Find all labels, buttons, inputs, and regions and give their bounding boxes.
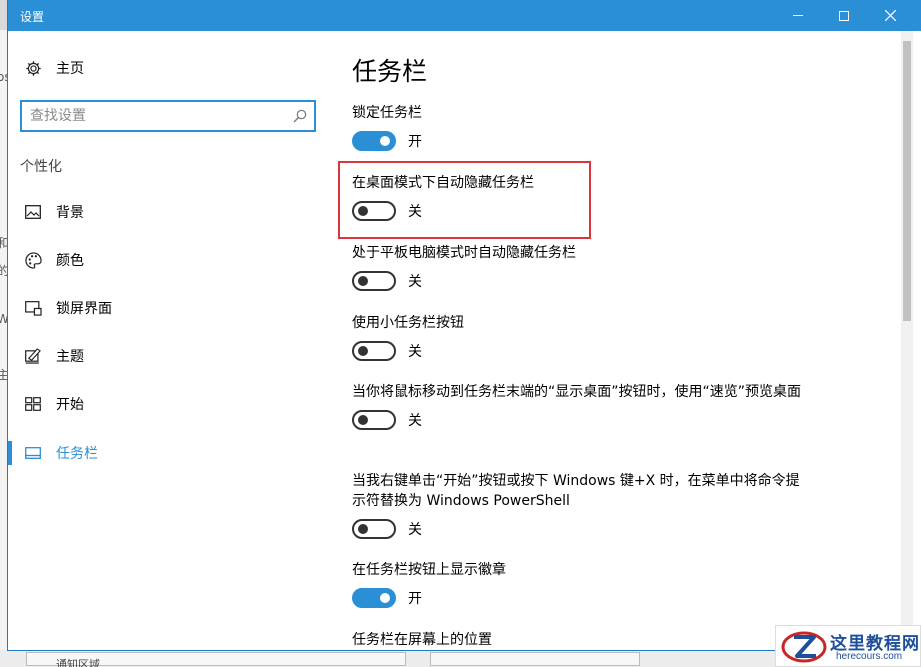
scrollbar[interactable] [901,31,913,650]
maximize-icon [839,10,849,21]
toggle-switch[interactable] [352,341,396,361]
background-window-left: os i和 的 W 主 [0,30,8,667]
settings-window: 设置 主页 个性化 背景 颜色 锁屏界面 [8,0,921,650]
title-bar: 设置 [8,0,921,31]
sidebar-item-start[interactable]: 开始 [24,392,84,416]
setting-label: 在任务栏按钮上显示徽章 [352,562,506,578]
sidebar-item-label: 背景 [56,205,84,221]
toggle-state: 关 [408,344,422,360]
setting-label: 处于平板电脑模式时自动隐藏任务栏 [352,245,576,261]
toggle-row: 关 [352,410,802,430]
background-field [430,652,640,666]
setting-label: 当你将鼠标移动到任务栏末端的“显示桌面”按钮时，使用“速览”预览桌面 [352,384,802,400]
toggle-switch[interactable] [352,588,396,608]
logo-z-icon [781,631,827,663]
toggle-knob [358,415,368,425]
sidebar-item-label: 锁屏界面 [56,301,112,317]
toggle-row: 关 [352,201,802,221]
setting-auto-hide-tablet: 处于平板电脑模式时自动隐藏任务栏 关 [352,243,802,291]
toggle-knob [358,524,368,534]
background-text: 通知区域 [56,658,100,667]
toggle-row: 关 [352,271,802,291]
toggle-row: 开 [352,588,802,608]
palette-icon [24,251,42,269]
sidebar-item-taskbar[interactable]: 任务栏 [24,441,98,465]
setting-auto-hide-desktop: 在桌面模式下自动隐藏任务栏 关 [352,173,802,221]
toggle-state: 关 [408,274,422,290]
watermark-url: herecours.com [836,651,903,662]
toggle-state: 关 [408,204,422,220]
toggle-state: 关 [408,413,422,429]
toggle-knob [358,276,368,286]
sidebar-item-background[interactable]: 背景 [24,200,84,224]
toggle-switch[interactable] [352,201,396,221]
window-title: 设置 [20,10,45,24]
sidebar-item-lock-screen[interactable]: 锁屏界面 [24,296,112,320]
toggle-state: 关 [408,522,422,538]
setting-badges: 在任务栏按钮上显示徽章 开 [352,560,802,608]
toggle-row: 关 [352,519,802,539]
start-icon [24,395,42,413]
sidebar-item-themes[interactable]: 主题 [24,344,84,368]
watermark-logo: 这里教程网 herecours.com [775,625,921,667]
toggle-row: 关 [352,341,802,361]
toggle-state: 开 [408,591,422,607]
search-box[interactable] [20,100,316,132]
search-input[interactable] [22,102,282,130]
sidebar-item-label: 主题 [56,349,84,365]
minimize-button[interactable] [775,0,821,31]
toggle-knob [358,346,368,356]
setting-lock-taskbar: 锁定任务栏 开 [352,103,802,151]
maximize-button[interactable] [821,0,867,31]
close-button[interactable] [867,0,913,31]
toggle-knob [380,136,390,146]
page-title: 任务栏 [352,57,428,86]
setting-small-buttons: 使用小任务栏按钮 关 [352,313,802,361]
active-indicator [8,441,12,465]
setting-label: 使用小任务栏按钮 [352,315,464,331]
taskbar-icon [24,444,42,462]
toggle-row: 开 [352,131,802,151]
sidebar-item-label: 主页 [56,61,84,77]
toggle-state: 开 [408,134,422,150]
toggle-switch[interactable] [352,410,396,430]
setting-peek: 当你将鼠标移动到任务栏末端的“显示桌面”按钮时，使用“速览”预览桌面 关 [352,382,802,430]
setting-powershell: 当我右键单击“开始”按钮或按下 Windows 键+X 时，在菜单中将命令提示符… [352,471,802,539]
sidebar-item-home[interactable]: 主页 [24,56,84,80]
toggle-knob [380,593,390,603]
setting-label: 锁定任务栏 [352,105,422,121]
image-icon [24,203,42,221]
gear-icon [24,59,42,77]
sidebar-item-label: 任务栏 [56,446,98,462]
setting-label: 当我右键单击“开始”按钮或按下 Windows 键+X 时，在菜单中将命令提示符… [352,473,800,509]
toggle-knob [358,206,368,216]
theme-icon [24,347,42,365]
section-heading: 个性化 [20,159,62,175]
sidebar-item-colors[interactable]: 颜色 [24,248,84,272]
toggle-switch[interactable] [352,271,396,291]
sidebar-item-label: 颜色 [56,253,84,269]
search-icon [293,109,307,123]
minimize-icon [793,15,803,16]
scrollbar-thumb[interactable] [903,41,911,321]
setting-label: 任务栏在屏幕上的位置 [352,632,492,648]
setting-label: 在桌面模式下自动隐藏任务栏 [352,175,534,191]
sidebar-item-label: 开始 [56,397,84,413]
toggle-switch[interactable] [352,131,396,151]
setting-position: 任务栏在屏幕上的位置 [352,630,802,650]
lock-screen-icon [24,299,42,317]
toggle-switch[interactable] [352,519,396,539]
close-icon [884,10,896,21]
